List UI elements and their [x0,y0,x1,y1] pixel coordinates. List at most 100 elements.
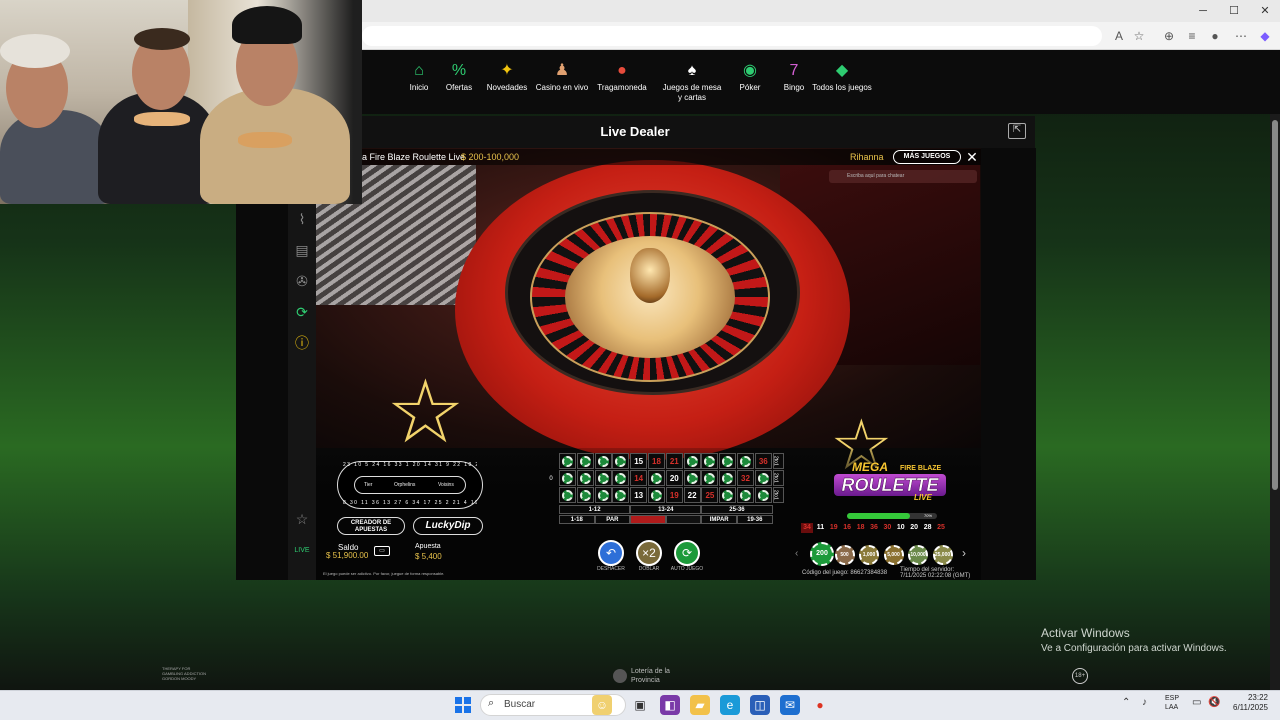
live-icon[interactable]: LIVE [292,541,312,561]
placed-chip[interactable] [562,455,573,467]
number-cell[interactable]: 19 [665,487,683,503]
racetrack-orphelins[interactable]: Orphelins [394,482,415,488]
outlook-icon[interactable]: ✉ [780,695,800,715]
number-cell[interactable]: 22 [683,487,701,503]
tray-chevron-icon[interactable]: ⌃ [1122,697,1130,708]
edge-browser-icon[interactable]: e [720,695,740,715]
wheel-view-icon[interactable]: ✇ [292,271,312,291]
number-cell[interactable]: 20 [665,470,683,486]
widgets-icon[interactable]: ◧ [660,695,680,715]
outside-bet[interactable] [630,515,666,524]
microphone-icon[interactable]: ♪ [1142,697,1147,708]
number-cell[interactable]: 15 [630,453,648,469]
favorites-icon[interactable]: ≡ [1183,27,1201,45]
nav-item[interactable]: ♠ Juegos de mesa y cartas [660,62,724,103]
placed-chip[interactable] [562,489,573,501]
gambling-help-logo[interactable]: THERAPY FOR GAMBLING ADDICTION GORDON MO… [162,666,212,684]
number-cell[interactable]: 18 [648,453,665,469]
placed-chip[interactable] [597,472,609,484]
racetrack-numbers-top[interactable]: 23 10 5 24 16 33 1 20 14 31 9 22 18 29 7 [343,462,477,468]
app-icon[interactable]: ● [810,695,830,715]
placed-chip[interactable] [722,472,734,484]
number-cell[interactable]: 21 [665,453,683,469]
chip-selector[interactable]: 25,000 [932,545,953,565]
number-cell[interactable]: 25 [701,487,719,503]
popout-icon[interactable]: ⇱ [1008,123,1026,139]
chip-selector[interactable]: 5,000 [883,545,904,565]
double-icon[interactable]: ×2 [636,540,662,566]
outside-bet[interactable] [665,515,702,524]
undo-icon[interactable]: ↶ [598,540,624,566]
number-cell[interactable]: 14 [630,470,648,486]
placed-chip[interactable] [597,455,609,467]
lucky-dip-button[interactable]: LuckyDip [413,517,483,535]
favorite-icon[interactable]: ☆ [292,509,312,529]
autoplay-icon[interactable]: ⟳ [674,540,700,566]
language-indicator[interactable]: ESP LAA [1165,694,1179,712]
placed-chip[interactable] [740,489,751,501]
dozen-bet[interactable]: 25-36 [701,505,773,514]
placed-chip[interactable] [579,472,591,484]
placed-chip[interactable] [579,455,591,467]
statistics-icon[interactable]: ⌇ [292,209,312,229]
column-bet[interactable]: 2to1 [772,453,784,469]
placed-chip[interactable] [615,455,627,467]
column-bet[interactable]: 2to1 [772,487,784,503]
store-icon[interactable]: ◫ [750,695,770,715]
favorite-star-icon[interactable]: ☆ [1130,27,1148,45]
placed-chip[interactable] [704,472,716,484]
nav-item[interactable]: ♟ Casino en vivo [530,62,594,93]
placed-chip[interactable] [686,455,698,467]
placed-chip[interactable] [615,472,627,484]
monitor-icon[interactable]: ▭ [1192,697,1201,708]
volume-muted-icon[interactable]: 🔇 [1208,697,1220,708]
autoplay-side-icon[interactable]: ⟳ [292,302,312,322]
placed-chip[interactable] [722,455,734,467]
placed-chip[interactable] [615,489,627,501]
number-cell[interactable]: 13 [630,487,648,503]
profile-icon[interactable]: ● [1206,27,1224,45]
outside-bet[interactable]: 19-36 [737,515,773,524]
chevron-left-icon[interactable]: ‹ [795,548,798,559]
taskbar-search-placeholder[interactable]: Buscar [504,699,535,710]
placed-chip[interactable] [579,489,591,501]
outside-bet[interactable]: IMPAR [701,515,737,524]
chevron-right-icon[interactable]: › [962,546,966,560]
clock[interactable]: 23:22 6/11/2025 [1230,693,1268,713]
dozen-bet[interactable]: 13-24 [630,505,702,514]
placed-chip[interactable] [686,472,698,484]
zero-cell[interactable]: 0 [545,471,557,487]
nav-item[interactable]: ● Tragamoneda [590,62,654,93]
outside-bet[interactable]: 1-18 [559,515,595,524]
more-games-button[interactable]: MÁS JUEGOS [893,150,961,164]
placed-chip[interactable] [651,489,662,501]
chat-input[interactable]: Escriba aquí para chatear [829,170,977,183]
close-icon[interactable]: ✕ [965,149,979,165]
chip-selector[interactable]: 200 [810,542,834,566]
placed-chip[interactable] [562,472,573,484]
placed-chip[interactable] [597,489,609,501]
cashier-icon[interactable]: ▭ [374,546,390,556]
close-window-button[interactable]: ✕ [1250,2,1280,20]
more-icon[interactable]: ⋯ [1232,27,1250,45]
history-icon[interactable]: ▤ [292,240,312,260]
chip-selector[interactable]: 10,000 [908,545,928,565]
racetrack-numbers-bottom[interactable]: 8 30 11 36 13 27 6 34 17 25 2 21 4 19 15 [343,500,477,506]
copilot-icon[interactable]: ◆ [1256,27,1274,45]
extensions-icon[interactable]: ⊕ [1160,27,1178,45]
read-aloud-icon[interactable]: A [1110,27,1128,45]
file-explorer-icon[interactable]: ▰ [690,695,710,715]
placed-chip[interactable] [704,455,716,467]
placed-chip[interactable] [722,489,734,501]
bet-creator-button[interactable]: CREADOR DE APUESTAS [337,517,405,535]
racetrack-voisins[interactable]: Voisins [438,482,454,488]
dozen-bet[interactable]: 1-12 [559,505,631,514]
url-field[interactable] [362,26,1102,46]
info-icon[interactable]: ⓘ [292,333,312,353]
minimize-button[interactable]: ─ [1188,2,1218,20]
column-bet[interactable]: 2to1 [772,470,784,486]
racetrack-tier[interactable]: Tier [364,482,372,488]
scrollbar-thumb[interactable] [1272,120,1278,490]
chip-selector[interactable]: 1,000 [859,545,879,565]
maximize-button[interactable]: ☐ [1219,2,1249,20]
